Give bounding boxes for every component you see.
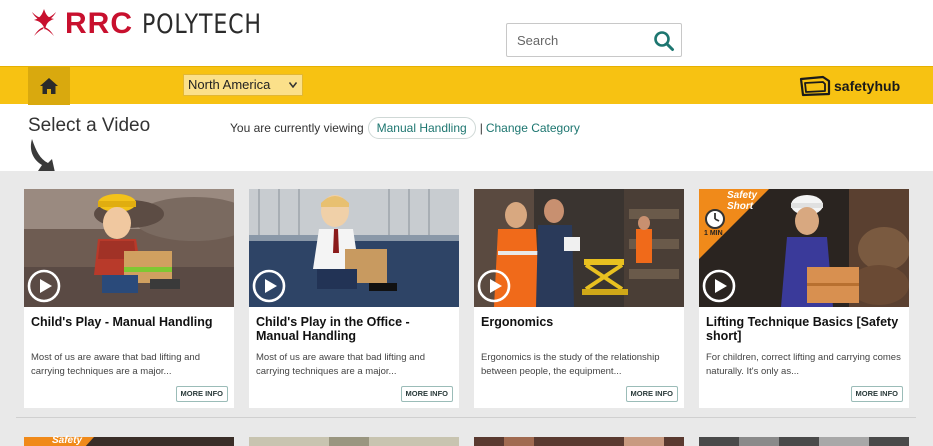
video-thumbnail[interactable] — [249, 189, 459, 307]
video-title[interactable]: Lifting Technique Basics [Safety short] — [706, 315, 906, 343]
home-icon — [40, 78, 58, 94]
site-header: RRC POLYTECH — [0, 0, 933, 66]
separator: | — [479, 121, 483, 135]
video-description: Ergonomics is the study of the relations… — [481, 352, 660, 377]
video-card[interactable]: Ergonomics Ergonomics is the study of th… — [474, 189, 684, 408]
page: RRC POLYTECH North America — [0, 0, 933, 446]
video-card[interactable]: Safety Short 1 MIN Lifting Technique Bas… — [699, 189, 909, 408]
video-card-partial[interactable]: Safety — [24, 435, 234, 446]
change-category-link[interactable]: Change Category — [486, 121, 580, 135]
more-info-button[interactable]: MORE INFO — [625, 386, 678, 402]
chevron-down-icon — [289, 82, 297, 88]
badge-duration: 1 MIN — [704, 230, 723, 237]
search-box — [506, 23, 682, 57]
safetyhub-icon — [799, 75, 831, 97]
video-card-partial[interactable] — [474, 435, 684, 446]
badge-line-1: Safety — [727, 190, 758, 201]
more-info-button[interactable]: MORE INFO — [850, 386, 903, 402]
badge-line-2: Short — [727, 201, 754, 212]
current-category-pill[interactable]: Manual Handling — [367, 117, 476, 139]
thumbnail-image — [474, 437, 684, 446]
viewing-prefix: You are currently viewing — [230, 121, 364, 135]
row-divider — [16, 417, 916, 418]
video-title[interactable]: Ergonomics — [481, 315, 681, 329]
search-input[interactable] — [507, 24, 649, 56]
video-thumbnail[interactable] — [474, 189, 684, 307]
brand-secondary: POLYTECH — [142, 8, 262, 40]
play-icon[interactable] — [702, 269, 736, 303]
safetyhub-logo[interactable]: safetyhub — [799, 74, 900, 98]
video-description: Most of us are aware that bad lifting an… — [256, 352, 425, 377]
main-navbar: North America safetyhub — [0, 66, 933, 105]
search-icon[interactable] — [653, 30, 675, 52]
current-category-bar: You are currently viewing Manual Handlin… — [230, 117, 580, 139]
video-thumbnail[interactable] — [24, 189, 234, 307]
brand-primary: RRC — [65, 7, 133, 40]
video-title[interactable]: Child's Play in the Office - Manual Hand… — [256, 315, 456, 343]
more-info-button[interactable]: MORE INFO — [400, 386, 453, 402]
video-card[interactable]: Child's Play - Manual Handling Most of u… — [24, 189, 234, 408]
video-thumbnail[interactable]: Safety Short 1 MIN — [699, 189, 909, 307]
thumbnail-image — [699, 437, 909, 446]
rrc-polytech-logo[interactable]: RRC POLYTECH — [26, 6, 288, 42]
video-card[interactable]: Child's Play in the Office - Manual Hand… — [249, 189, 459, 408]
play-icon[interactable] — [477, 269, 511, 303]
video-gallery: Child's Play - Manual Handling Most of u… — [0, 171, 933, 446]
region-selected-value: North America — [188, 77, 271, 92]
safetyhub-label: safetyhub — [834, 78, 901, 94]
video-card-partial[interactable] — [699, 435, 909, 446]
safety-short-badge-text: Safety Short — [727, 190, 757, 212]
play-icon[interactable] — [27, 269, 61, 303]
home-button[interactable] — [28, 67, 70, 105]
video-description: For children, correct lifting and carryi… — [706, 352, 901, 377]
play-icon[interactable] — [252, 269, 286, 303]
rrc-star-icon — [32, 9, 56, 36]
video-title[interactable]: Child's Play - Manual Handling — [31, 315, 231, 329]
video-description: Most of us are aware that bad lifting an… — [31, 352, 200, 377]
region-select[interactable]: North America — [183, 74, 303, 96]
page-title: Select a Video — [28, 115, 151, 136]
badge-line-1: Safety — [52, 435, 83, 446]
more-info-button[interactable]: MORE INFO — [175, 386, 228, 402]
thumbnail-image — [249, 437, 459, 446]
video-card-partial[interactable] — [249, 435, 459, 446]
